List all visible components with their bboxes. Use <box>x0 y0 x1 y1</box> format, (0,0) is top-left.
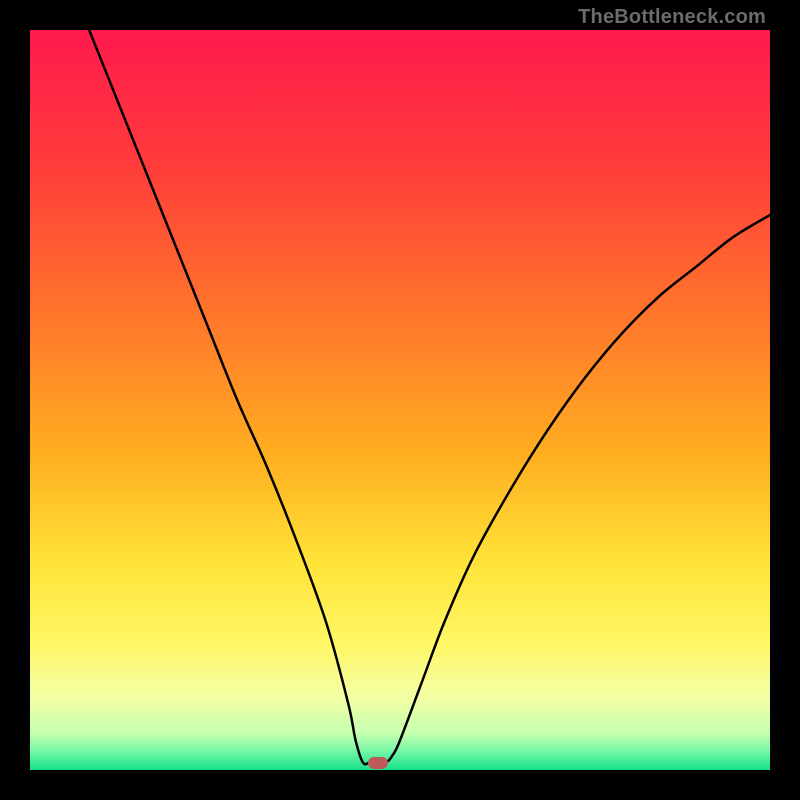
chart-frame: TheBottleneck.com <box>0 0 800 800</box>
curve-svg <box>30 30 770 770</box>
plot-area <box>30 30 770 770</box>
bottleneck-curve <box>89 30 770 764</box>
watermark-text: TheBottleneck.com <box>578 6 766 29</box>
optimum-marker <box>368 757 388 769</box>
